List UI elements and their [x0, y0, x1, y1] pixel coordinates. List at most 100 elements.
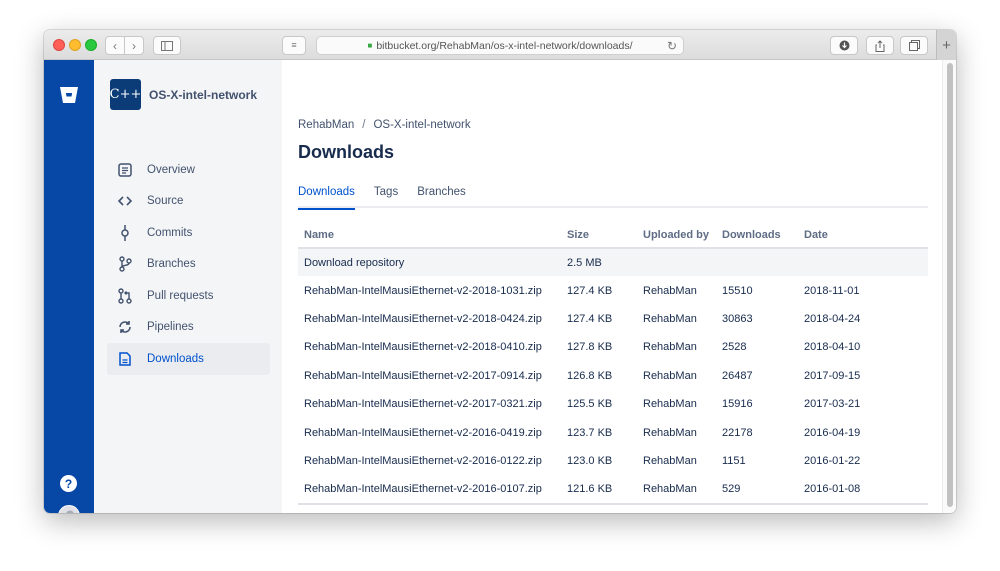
new-tab-button[interactable]: +: [936, 30, 956, 60]
scrollbar-thumb[interactable]: [947, 63, 953, 507]
back-button[interactable]: ‹: [105, 36, 125, 55]
breadcrumb-repo-link[interactable]: OS-X-intel-network: [373, 119, 470, 131]
sidebar-item-commits[interactable]: Commits: [107, 217, 270, 249]
file-downloads: 2528: [722, 341, 747, 354]
file-uploader: RehabMan: [637, 475, 716, 505]
plus-icon: +: [942, 36, 951, 54]
file-name-link[interactable]: RehabMan-IntelMausiEthernet-v2-2018-1031…: [298, 276, 561, 304]
close-window-button[interactable]: [53, 39, 65, 51]
file-date: 2016-04-19: [804, 426, 861, 439]
file-downloads: 30863: [722, 312, 753, 325]
sidebar-item-pipelines[interactable]: Pipelines: [107, 312, 270, 344]
browser-toolbar: ‹ › ≡ ■ bitbucket.org/RehabMan/os-x-inte…: [44, 30, 956, 60]
user-avatar-icon[interactable]: [58, 505, 80, 513]
repo-avatar: C++: [110, 79, 141, 110]
file-date: 2017-03-21: [804, 398, 861, 411]
tab-branches[interactable]: Branches: [417, 186, 466, 208]
file-downloads: 15916: [722, 398, 753, 411]
repo-header[interactable]: C++ OS-X-intel-network: [110, 79, 257, 110]
file-name-link[interactable]: RehabMan-IntelMausiEthernet-v2-2017-0321…: [298, 390, 561, 418]
download-repository-row[interactable]: Download repository 2.5 MB: [298, 248, 928, 277]
file-date: 2018-11-01: [804, 284, 860, 297]
zoom-window-button[interactable]: [85, 39, 97, 51]
file-size: 2.5 MB: [561, 248, 637, 277]
column-header-name[interactable]: Name: [298, 222, 561, 249]
reader-button[interactable]: ≡: [282, 36, 306, 55]
column-header-size[interactable]: Size: [561, 222, 637, 249]
file-date: 2018-04-10: [804, 341, 861, 354]
tab-tags[interactable]: Tags: [374, 186, 398, 208]
tab-overview-button[interactable]: [900, 36, 928, 55]
source-icon: [117, 193, 133, 209]
downloads-tabs: Downloads Tags Branches: [298, 186, 928, 210]
pipelines-icon: [117, 319, 133, 335]
file-size: 123.0 KB: [567, 454, 613, 467]
sidebar-item-label: Source: [147, 195, 184, 208]
url-text: bitbucket.org/RehabMan/os-x-intel-networ…: [376, 39, 633, 52]
file-downloads: 529: [716, 475, 798, 505]
page-scrollbar[interactable]: [942, 60, 956, 513]
file-size: 123.7 KB: [567, 426, 613, 439]
sidebar-icon: [161, 40, 173, 51]
column-header-date[interactable]: Date: [798, 222, 928, 249]
browser-window: ‹ › ≡ ■ bitbucket.org/RehabMan/os-x-inte…: [44, 30, 956, 513]
download-repository-link[interactable]: Download repository: [298, 248, 561, 277]
file-name-link[interactable]: RehabMan-IntelMausiEthernet-v2-2016-0419…: [298, 418, 561, 446]
share-button[interactable]: [866, 36, 894, 55]
sidebar-toggle-button[interactable]: [153, 36, 181, 55]
sidebar-item-downloads[interactable]: Downloads: [107, 343, 270, 375]
repo-nav: Overview Source Commits Branches Pull re…: [107, 154, 270, 375]
sidebar-item-pull-requests[interactable]: Pull requests: [107, 280, 270, 312]
file-downloads: 15510: [722, 284, 753, 297]
column-header-downloads[interactable]: Downloads: [716, 222, 798, 249]
file-size: 127.4 KB: [567, 284, 613, 297]
file-uploader: RehabMan: [643, 398, 697, 411]
table-row: RehabMan-IntelMausiEthernet-v2-2018-0424…: [298, 305, 928, 333]
sidebar-item-label: Commits: [147, 226, 193, 239]
file-uploader: RehabMan: [643, 341, 697, 354]
commits-icon: [117, 224, 133, 241]
sidebar-item-branches[interactable]: Branches: [107, 249, 270, 281]
file-uploader: RehabMan: [643, 369, 697, 382]
main-content: RehabMan / OS-X-intel-network Downloads Do…: [282, 60, 942, 513]
file-date: [798, 248, 928, 277]
chevron-left-icon: ‹: [113, 38, 117, 53]
table-header-row: Name Size Uploaded by Downloads Date: [298, 222, 928, 249]
file-uploader: RehabMan: [643, 454, 697, 467]
tab-downloads[interactable]: Downloads: [298, 186, 355, 210]
file-downloads: 26487: [722, 369, 753, 382]
share-icon: [875, 39, 885, 52]
sidebar-item-label: Overview: [147, 163, 195, 176]
file-name-link[interactable]: RehabMan-IntelMausiEthernet-v2-2016-0107…: [298, 475, 561, 505]
minimize-window-button[interactable]: [69, 39, 81, 51]
help-icon[interactable]: ?: [60, 475, 77, 492]
bitbucket-logo-icon[interactable]: [59, 86, 79, 109]
file-name-link[interactable]: RehabMan-IntelMausiEthernet-v2-2017-0914…: [298, 362, 561, 390]
page-title: Downloads: [298, 142, 395, 162]
sidebar-item-overview[interactable]: Overview: [107, 154, 270, 186]
downloads-button[interactable]: [830, 36, 858, 55]
breadcrumb: RehabMan / OS-X-intel-network: [298, 119, 471, 131]
forward-button[interactable]: ›: [124, 36, 144, 55]
file-name-link[interactable]: RehabMan-IntelMausiEthernet-v2-2018-0424…: [298, 305, 561, 333]
table-row: RehabMan-IntelMausiEthernet-v2-2018-0410…: [298, 333, 928, 361]
sidebar-item-label: Branches: [147, 258, 196, 271]
file-downloads: 22178: [722, 426, 753, 439]
table-row: RehabMan-IntelMausiEthernet-v2-2017-0914…: [298, 362, 928, 390]
repo-sidebar: C++ OS-X-intel-network Overview Source C…: [94, 60, 282, 513]
file-uploader: RehabMan: [643, 426, 697, 439]
branches-icon: [117, 256, 133, 272]
overview-icon: [117, 162, 133, 178]
file-downloads: 1151: [722, 454, 746, 467]
reader-icon: ≡: [291, 40, 297, 50]
breadcrumb-separator: /: [362, 119, 366, 131]
file-name-link[interactable]: RehabMan-IntelMausiEthernet-v2-2018-0410…: [298, 333, 561, 361]
file-name-link[interactable]: RehabMan-IntelMausiEthernet-v2-2016-0122…: [298, 447, 561, 475]
file-uploader: [637, 248, 716, 277]
breadcrumb-owner-link[interactable]: RehabMan: [298, 119, 354, 131]
sidebar-item-source[interactable]: Source: [107, 186, 270, 218]
pull-requests-icon: [117, 288, 133, 304]
column-header-uploaded-by[interactable]: Uploaded by: [637, 222, 716, 249]
reload-icon[interactable]: ↻: [667, 39, 677, 53]
address-bar[interactable]: ■ bitbucket.org/RehabMan/os-x-intel-netw…: [316, 36, 684, 55]
